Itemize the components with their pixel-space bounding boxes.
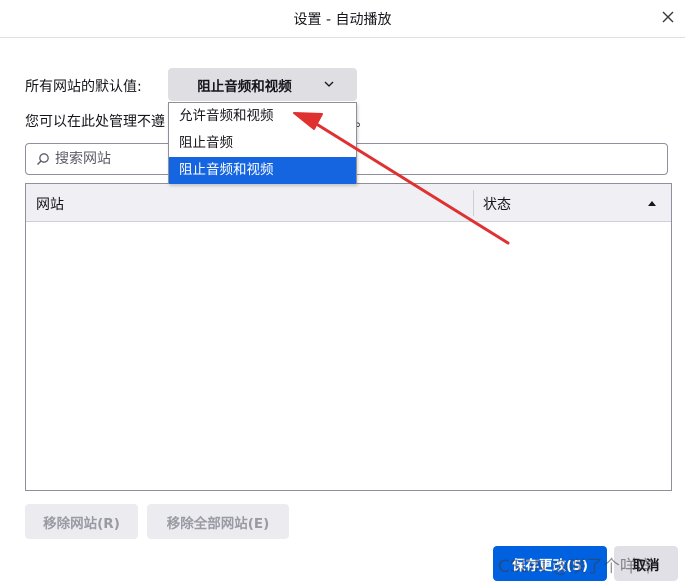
close-icon bbox=[662, 11, 674, 23]
description-text-end: 。 bbox=[355, 114, 369, 130]
sites-table: 网站 状态 bbox=[25, 183, 672, 491]
option-block-audio[interactable]: 阻止音频 bbox=[169, 130, 356, 157]
option-block-audio-video[interactable]: 阻止音频和视频 bbox=[169, 157, 356, 184]
dialog-title: 设置 - 自动播放 bbox=[293, 11, 392, 28]
search-icon bbox=[37, 153, 49, 165]
option-allow-audio-video[interactable]: 允许音频和视频 bbox=[169, 103, 356, 130]
sort-ascending-icon bbox=[648, 201, 656, 206]
column-header-site[interactable]: 网站 bbox=[36, 194, 64, 214]
close-button[interactable] bbox=[655, 4, 681, 30]
search-input[interactable] bbox=[55, 151, 667, 167]
remove-all-sites-button[interactable]: 移除全部网站(E) bbox=[147, 504, 289, 539]
watermark-text: CSDN @咲了个咩咩 bbox=[498, 557, 654, 577]
select-current-value: 阻止音频和视频 bbox=[197, 78, 292, 95]
column-header-status[interactable]: 状态 bbox=[483, 194, 511, 214]
table-header: 网站 状态 bbox=[26, 184, 671, 222]
remove-site-button[interactable]: 移除网站(R) bbox=[25, 504, 138, 539]
default-setting-label: 所有网站的默认值: bbox=[25, 79, 142, 95]
dialog-titlebar: 设置 - 自动播放 bbox=[0, 0, 685, 38]
column-divider[interactable] bbox=[473, 190, 474, 216]
autoplay-options-dropdown: 允许音频和视频 阻止音频 阻止音频和视频 bbox=[168, 102, 357, 184]
default-autoplay-select[interactable]: 阻止音频和视频 bbox=[168, 68, 357, 101]
chevron-down-icon bbox=[324, 81, 334, 87]
autoplay-settings-dialog: 设置 - 自动播放 所有网站的默认值: 阻止音频和视频 您可以在此处管理不遵 。… bbox=[0, 0, 685, 583]
